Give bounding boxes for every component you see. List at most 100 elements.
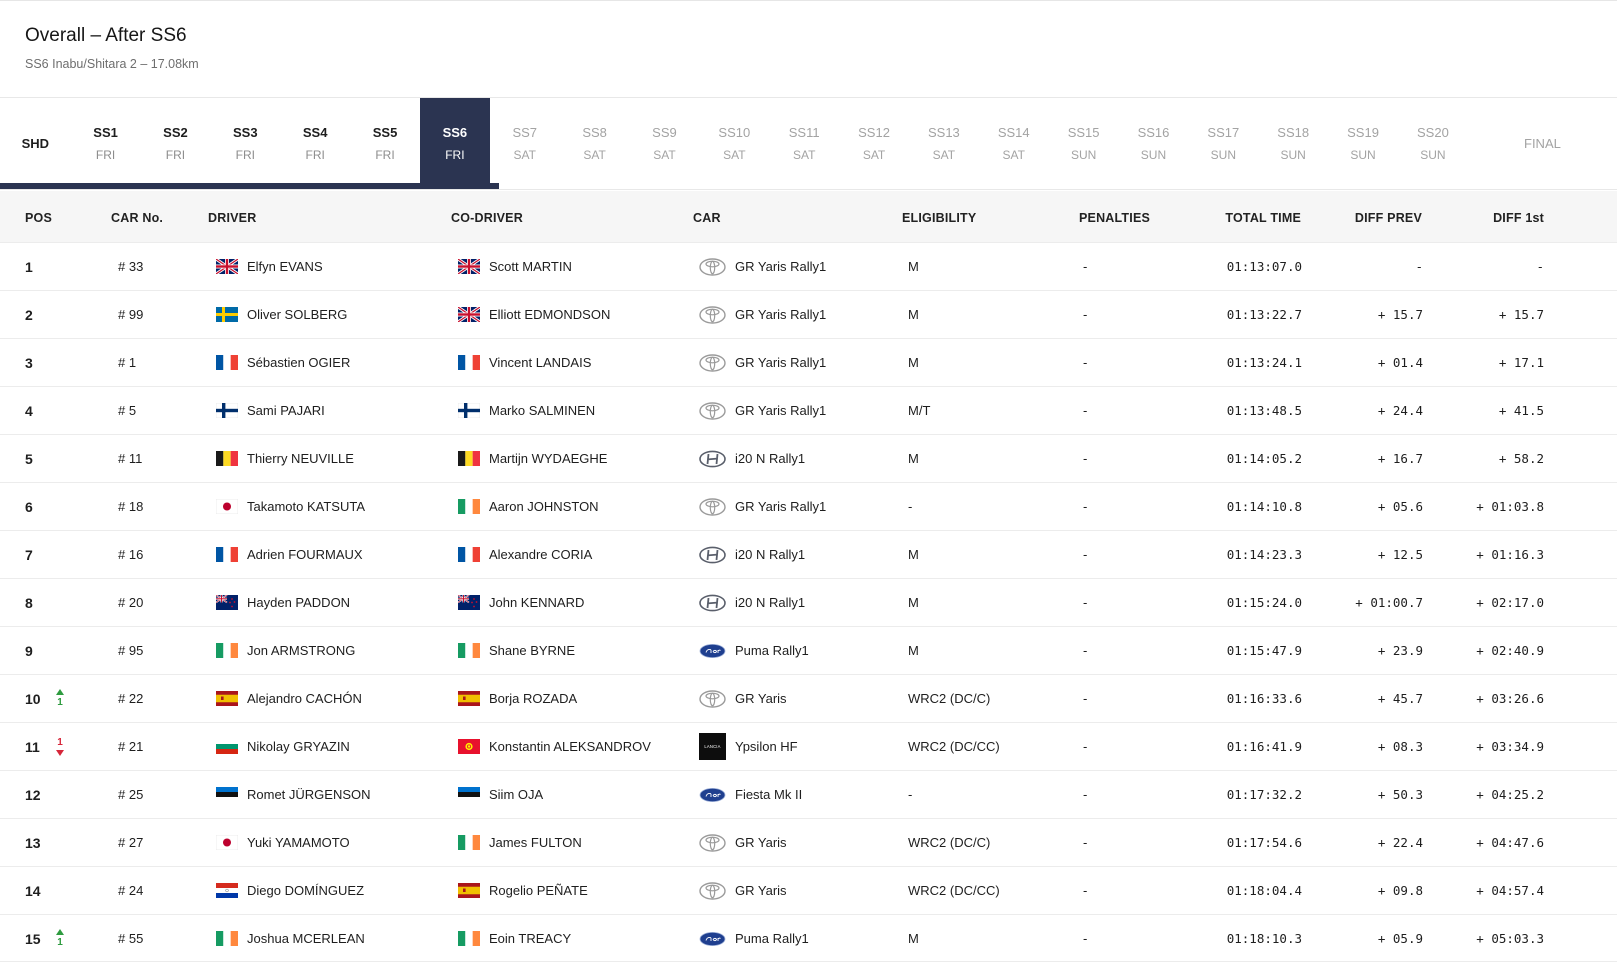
total-time: 01:13:22.7	[1226, 307, 1302, 322]
table-row[interactable]: 5 # 11 Thierry NEUVILLE Martijn WYDAEGHE i20…	[0, 435, 1617, 483]
stage-tab-day: SUN	[1070, 148, 1097, 162]
car-number: # 95	[118, 643, 144, 658]
hyundai-logo-icon	[699, 594, 726, 612]
stage-tab-ss8[interactable]: SS8 SAT	[560, 98, 630, 189]
stage-tab-ss11[interactable]: SS11 SAT	[769, 98, 839, 189]
stage-tab-name: FINAL	[1524, 136, 1561, 151]
col-driver[interactable]: DRIVER	[208, 211, 256, 225]
eligibility: M	[908, 931, 919, 946]
stage-tab-name: SS11	[788, 125, 820, 140]
position-change-count: 1	[57, 697, 63, 708]
car-number: # 21	[118, 739, 144, 754]
car-model: GR Yaris Rally1	[699, 483, 899, 530]
col-co-driver[interactable]: CO-DRIVER	[451, 211, 523, 225]
stage-tab-ss6[interactable]: SS6 FRI	[419, 98, 490, 189]
stage-tab-ss7[interactable]: SS7 SAT	[490, 98, 560, 189]
table-row[interactable]: 11 1 # 21 Nikolay GRYAZIN Konstantin ALEKSAN…	[0, 723, 1617, 771]
table-row[interactable]: 4 # 5 Sami PAJARI Marko SALMINEN GR Yaris Ra…	[0, 387, 1617, 435]
gb-flag-icon	[215, 257, 239, 276]
co-driver-name: Siim OJA	[458, 771, 688, 818]
col-eligibility[interactable]: ELIGIBILITY	[902, 211, 976, 225]
col-pos[interactable]: POS	[25, 211, 52, 225]
table-row[interactable]: 12 # 25 Romet JÜRGENSON Siim OJA Fiesta Mk I…	[0, 771, 1617, 819]
stage-tab-ss12[interactable]: SS12 SAT	[839, 98, 909, 189]
co-driver-name: James FULTON	[458, 819, 688, 866]
stage-tab-shd[interactable]: SHD	[0, 98, 71, 189]
py-flag-icon	[216, 883, 238, 898]
stage-tab-day: SUN	[1350, 148, 1376, 162]
stage-tab-ss1[interactable]: SS1 FRI	[71, 98, 141, 189]
stage-tab-ss20[interactable]: SS20 SUN	[1398, 98, 1468, 189]
table-row[interactable]: 3 # 1 Sébastien OGIER Vincent LANDAIS GR Yar…	[0, 339, 1617, 387]
penalties: -	[1083, 547, 1088, 562]
stage-tab-ss19[interactable]: SS19 SUN	[1328, 98, 1398, 189]
car-model-text: GR Yaris Rally1	[735, 499, 827, 514]
table-row[interactable]: 15 1 # 55 Joshua MCERLEAN Eoin TREACY Puma Ra…	[0, 915, 1617, 962]
stage-tab-ss13[interactable]: SS13 SAT	[909, 98, 979, 189]
arrow-up-icon	[56, 929, 64, 935]
col-car[interactable]: CAR	[693, 211, 721, 225]
total-time: 01:13:48.5	[1226, 403, 1302, 418]
diff-first: + 03:34.9	[1476, 739, 1544, 754]
driver-name-text: Joshua MCERLEAN	[247, 931, 365, 946]
eligibility: -	[908, 787, 913, 802]
car-model: Fiesta Mk II	[699, 771, 899, 818]
car-model: GR Yaris Rally1	[699, 339, 899, 386]
table-row[interactable]: 8 # 20 Hayden PADDON John KENNARD i20 N Ra…	[0, 579, 1617, 627]
car-number: # 55	[118, 931, 144, 946]
stage-tab-day: SUN	[1420, 148, 1446, 162]
penalties: -	[1083, 355, 1088, 370]
stage-tab-ss5[interactable]: SS5 FRI	[350, 98, 420, 189]
total-time: 01:16:33.6	[1226, 691, 1302, 706]
hyundai-logo-icon	[699, 450, 726, 468]
col-diff-prev[interactable]: DIFF PREV	[1355, 211, 1422, 225]
stage-tab-ss15[interactable]: SS15 SUN	[1049, 98, 1119, 189]
fi-flag-icon	[457, 402, 481, 419]
driver-name-text: Adrien FOURMAUX	[247, 547, 363, 562]
penalties: -	[1083, 451, 1088, 466]
stage-tab-final[interactable]: FINAL	[1468, 98, 1617, 189]
table-row[interactable]: 10 1 # 22 Alejandro CACHÓN Borja ROZADA GR Ya…	[0, 675, 1617, 723]
eligibility: M/T	[908, 403, 931, 418]
col-car-no[interactable]: CAR No.	[111, 211, 163, 225]
car-model: GR Yaris	[699, 819, 899, 866]
be-flag-icon	[458, 451, 480, 466]
co-driver-name-text: Scott MARTIN	[489, 259, 572, 274]
col-penalties[interactable]: PENALTIES	[1079, 211, 1150, 225]
penalties: -	[1083, 595, 1088, 610]
stage-tab-ss14[interactable]: SS14 SAT	[979, 98, 1049, 189]
stage-tab-day: SAT	[932, 148, 956, 162]
stage-tab-ss17[interactable]: SS17 SUN	[1188, 98, 1258, 189]
col-diff-first[interactable]: DIFF 1st	[1493, 211, 1544, 225]
stage-tab-ss9[interactable]: SS9 SAT	[630, 98, 700, 189]
table-row[interactable]: 14 # 24 Diego DOMÍNGUEZ Rogelio PEÑATE GR Ya…	[0, 867, 1617, 915]
ford-logo-icon	[699, 786, 726, 804]
stage-tab-day: SAT	[862, 148, 886, 162]
position: 14	[25, 882, 41, 899]
toyota-logo-icon	[699, 257, 726, 276]
position: 5	[25, 450, 33, 467]
table-row[interactable]: 7 # 16 Adrien FOURMAUX Alexandre CORIA i20 N…	[0, 531, 1617, 579]
stage-tab-ss3[interactable]: SS3 FRI	[210, 98, 280, 189]
co-driver-name-text: Siim OJA	[489, 787, 544, 802]
table-row[interactable]: 1 # 33 Elfyn EVANS Scott MARTIN GR Yaris R…	[0, 243, 1617, 291]
table-row[interactable]: 13 # 27 Yuki YAMAMOTO James FULTON GR Yaris W…	[0, 819, 1617, 867]
car-model-text: GR Yaris Rally1	[735, 259, 827, 274]
car-model-text: i20 N Rally1	[735, 451, 806, 466]
diff-first: + 41.5	[1498, 403, 1544, 418]
driver-name: Diego DOMÍNGUEZ	[216, 867, 446, 914]
table-row[interactable]: 6 # 18 Takamoto KATSUTA Aaron JOHNSTON GR Ya…	[0, 483, 1617, 531]
position: 2	[25, 306, 33, 323]
table-row[interactable]: 2 # 99 Oliver SOLBERG Elliott EDMONDSON GR …	[0, 291, 1617, 339]
position: 3	[25, 354, 33, 371]
stage-tab-ss16[interactable]: SS16 SUN	[1119, 98, 1189, 189]
stage-tab-ss10[interactable]: SS10 SAT	[699, 98, 769, 189]
stage-tab-ss4[interactable]: SS4 FRI	[280, 98, 350, 189]
col-total-time[interactable]: TOTAL TIME	[1225, 211, 1301, 225]
car-model-text: Fiesta Mk II	[735, 787, 803, 802]
position-gain-indicator: 1	[54, 675, 66, 722]
stage-tab-ss2[interactable]: SS2 FRI	[141, 98, 211, 189]
stage-tab-ss18[interactable]: SS18 SUN	[1258, 98, 1328, 189]
page-title: Overall – After SS6	[25, 25, 187, 46]
table-row[interactable]: 9 # 95 Jon ARMSTRONG Shane BYRNE Puma Rally1…	[0, 627, 1617, 675]
